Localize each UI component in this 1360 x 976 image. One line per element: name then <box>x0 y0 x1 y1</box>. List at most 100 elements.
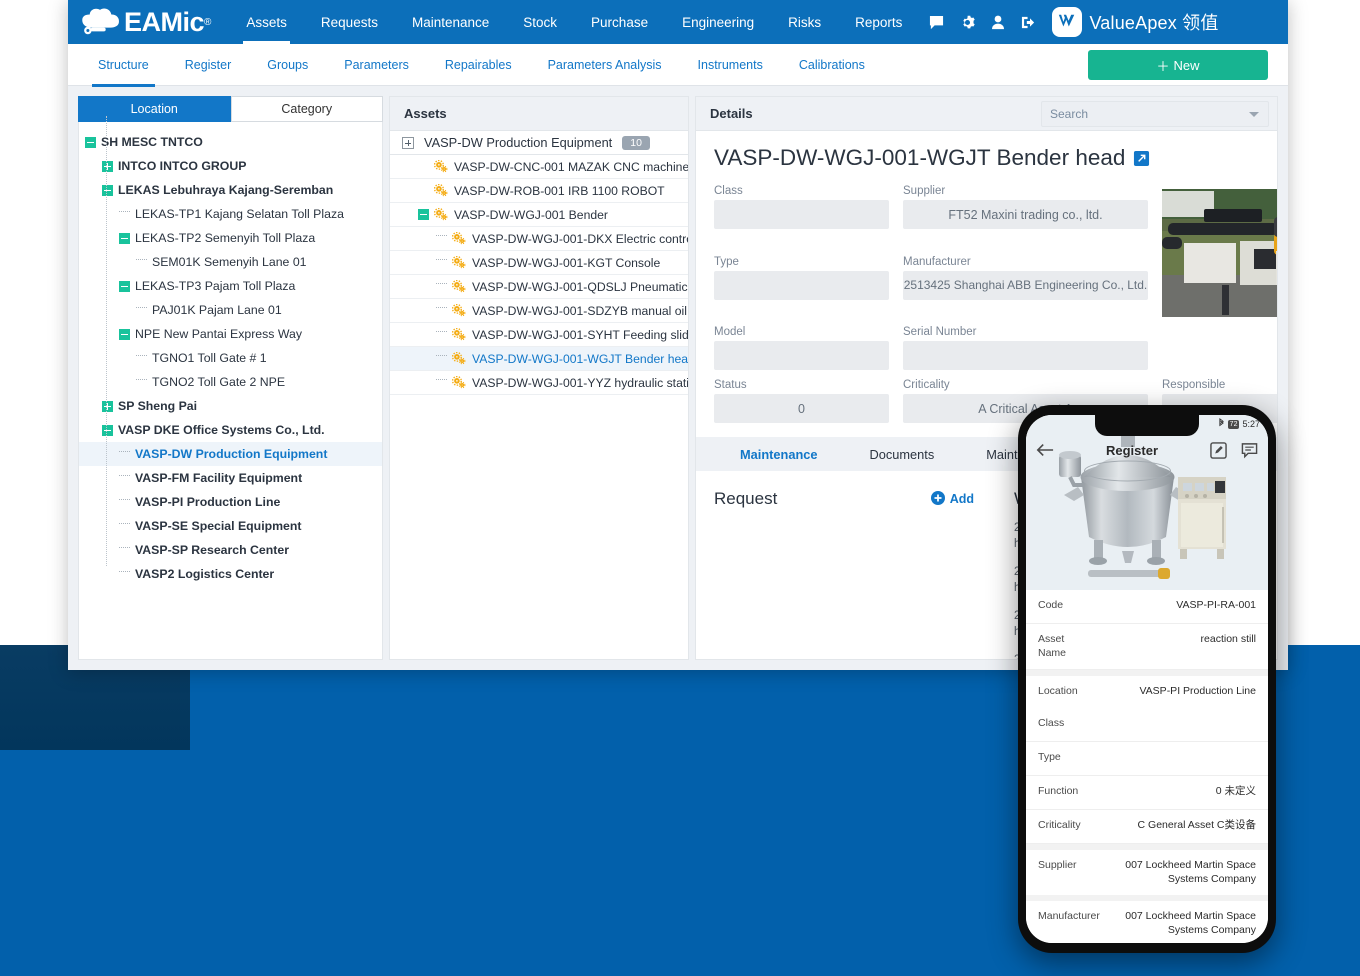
phone-detail-row[interactable]: Asset Namereaction still <box>1026 624 1268 670</box>
chat-icon[interactable] <box>929 15 944 30</box>
field-type-value[interactable] <box>714 271 889 300</box>
tree-item[interactable]: SP Sheng Pai <box>79 394 382 418</box>
tree-expand-icon[interactable] <box>102 401 113 412</box>
tree-leaf-dots-icon[interactable] <box>119 211 130 222</box>
asset-row[interactable]: VASP-DW-WGJ-001-QDSLJ Pneumatic triple <box>390 275 688 299</box>
tab-category[interactable]: Category <box>231 96 384 122</box>
nav-maintenance[interactable]: Maintenance <box>395 0 506 44</box>
tree-item[interactable]: SEM01K Semenyih Lane 01 <box>79 250 382 274</box>
tree-collapse-icon[interactable] <box>102 185 113 196</box>
open-external-icon[interactable] <box>1133 150 1150 167</box>
tree-item[interactable]: VASP-DW Production Equipment <box>79 442 382 466</box>
edit-icon[interactable] <box>1210 442 1227 459</box>
asset-row[interactable]: VASP-DW-CNC-001 MAZAK CNC machine <box>390 155 688 179</box>
field-status-value[interactable]: 0 <box>714 394 889 423</box>
tree-leaf-dots-icon[interactable] <box>119 499 130 510</box>
phone-detail-row[interactable]: Function0 未定义 <box>1026 776 1268 810</box>
tab-repairables[interactable]: Repairables <box>427 44 530 86</box>
tree-collapse-icon[interactable] <box>119 281 130 292</box>
field-supplier-value[interactable]: FT52 Maxini trading co., ltd. <box>903 200 1148 229</box>
asset-row[interactable]: VASP-DW-WGJ-001-SYHT Feeding slide <box>390 323 688 347</box>
tab-parameters-analysis[interactable]: Parameters Analysis <box>530 44 680 86</box>
nav-requests[interactable]: Requests <box>304 0 395 44</box>
phone-detail-row[interactable]: CodeVASP-PI-RA-001 <box>1026 590 1268 624</box>
tree-leaf-dots-icon[interactable] <box>136 259 147 270</box>
asset-row[interactable]: VASP-DW-ROB-001 IRB 1100 ROBOT <box>390 179 688 203</box>
asset-row[interactable]: VASP-DW-WGJ-001-DKX Electric control box <box>390 227 688 251</box>
tree-item[interactable]: LEKAS Lebuhraya Kajang-Seremban <box>79 178 382 202</box>
tree-item[interactable]: VASP-PI Production Line <box>79 490 382 514</box>
tree-item[interactable]: LEKAS-TP2 Semenyih Toll Plaza <box>79 226 382 250</box>
new-button[interactable]: ＋ New <box>1088 50 1268 80</box>
tab-parameters[interactable]: Parameters <box>326 44 427 86</box>
tree-item[interactable]: VASP-SE Special Equipment <box>79 514 382 538</box>
tree-leaf-dots-icon[interactable] <box>119 523 130 534</box>
expand-plus-square-icon[interactable] <box>402 137 414 149</box>
phone-detail-row[interactable]: CriticalityC General Asset C类设备 <box>1026 810 1268 844</box>
field-class-value[interactable] <box>714 200 889 229</box>
tab-structure[interactable]: Structure <box>80 44 167 86</box>
logout-icon[interactable] <box>1021 15 1036 30</box>
nav-reports[interactable]: Reports <box>838 0 919 44</box>
field-serial-number-value[interactable] <box>903 341 1148 370</box>
chevron-down-icon[interactable] <box>1249 112 1259 117</box>
tree-leaf-dots-icon[interactable] <box>136 379 147 390</box>
tree-collapse-icon[interactable] <box>119 233 130 244</box>
tree-item[interactable]: LEKAS-TP3 Pajam Toll Plaza <box>79 274 382 298</box>
phone-detail-row[interactable]: Type <box>1026 742 1268 776</box>
tree-leaf-dots-icon[interactable] <box>119 547 130 558</box>
detail-tab-documents[interactable]: Documents <box>844 447 961 462</box>
asset-row[interactable]: VASP-DW-WGJ-001-KGT Console <box>390 251 688 275</box>
tree-item[interactable]: NPE New Pantai Express Way <box>79 322 382 346</box>
comment-icon[interactable] <box>1241 442 1258 459</box>
tree-collapse-icon[interactable] <box>119 329 130 340</box>
tab-location[interactable]: Location <box>78 96 231 122</box>
tree-item[interactable]: VASP-FM Facility Equipment <box>79 466 382 490</box>
add-request-button[interactable]: Add <box>931 491 974 508</box>
tab-register[interactable]: Register <box>167 44 250 86</box>
asset-photo[interactable] <box>1162 189 1278 317</box>
user-icon[interactable] <box>991 15 1005 30</box>
tree-collapse-icon[interactable] <box>85 137 96 148</box>
asset-group-row[interactable]: VASP-DW Production Equipment 10 <box>390 131 688 155</box>
asset-row[interactable]: VASP-DW-WGJ-001-WGJT Bender head <box>390 347 688 371</box>
tree-leaf-dots-icon[interactable] <box>136 307 147 318</box>
tree-item[interactable]: TGNO1 Toll Gate # 1 <box>79 346 382 370</box>
nav-stock[interactable]: Stock <box>506 0 574 44</box>
nav-assets[interactable]: Assets <box>229 0 304 44</box>
tab-groups[interactable]: Groups <box>249 44 326 86</box>
nav-risks[interactable]: Risks <box>771 0 838 44</box>
tree-leaf-dots-icon[interactable] <box>119 475 130 486</box>
asset-row[interactable]: VASP-DW-WGJ-001-YYZ hydraulic station <box>390 371 688 395</box>
tree-item[interactable]: PAJ01K Pajam Lane 01 <box>79 298 382 322</box>
tree-item[interactable]: LEKAS-TP1 Kajang Selatan Toll Plaza <box>79 202 382 226</box>
tree-item[interactable]: INTCO INTCO GROUP <box>79 154 382 178</box>
asset-row[interactable]: VASP-DW-WGJ-001 Bender <box>390 203 688 227</box>
asset-row[interactable]: VASP-DW-WGJ-001-SDZYB manual oil pump <box>390 299 688 323</box>
search-input[interactable]: Search <box>1041 101 1269 127</box>
tree-leaf-dots-icon[interactable] <box>119 571 130 582</box>
tree-expand-icon[interactable] <box>102 161 113 172</box>
tab-calibrations[interactable]: Calibrations <box>781 44 883 86</box>
tree-leaf-dots-icon[interactable] <box>119 451 130 462</box>
tree-collapse-icon[interactable] <box>102 425 113 436</box>
gear-icon[interactable] <box>960 15 975 30</box>
field-manufacturer-value[interactable]: 2513425 Shanghai ABB Engineering Co., Lt… <box>903 271 1148 300</box>
tree-leaf-dots-icon[interactable] <box>136 355 147 366</box>
eamic-logo[interactable]: EAMic ® <box>80 0 211 44</box>
tab-instruments[interactable]: Instruments <box>680 44 781 86</box>
phone-detail-row[interactable]: Manufacturer007 Lockheed Martin Space Sy… <box>1026 895 1268 943</box>
phone-detail-row[interactable]: LocationVASP-PI Production Line <box>1026 670 1268 708</box>
nav-purchase[interactable]: Purchase <box>574 0 665 44</box>
field-model-value[interactable] <box>714 341 889 370</box>
phone-detail-row[interactable]: Class <box>1026 708 1268 742</box>
tree-item[interactable]: VASP DKE Office Systems Co., Ltd. <box>79 418 382 442</box>
tree-item[interactable]: VASP-SP Research Center <box>79 538 382 562</box>
tree-item[interactable]: SH MESC TNTCO <box>79 130 382 154</box>
asset-collapse-icon[interactable] <box>418 209 429 220</box>
nav-engineering[interactable]: Engineering <box>665 0 771 44</box>
phone-detail-row[interactable]: Supplier007 Lockheed Martin Space System… <box>1026 844 1268 895</box>
detail-tab-maintenance[interactable]: Maintenance <box>714 447 844 462</box>
tree-item[interactable]: TGNO2 Toll Gate 2 NPE <box>79 370 382 394</box>
tree-item[interactable]: VASP2 Logistics Center <box>79 562 382 586</box>
